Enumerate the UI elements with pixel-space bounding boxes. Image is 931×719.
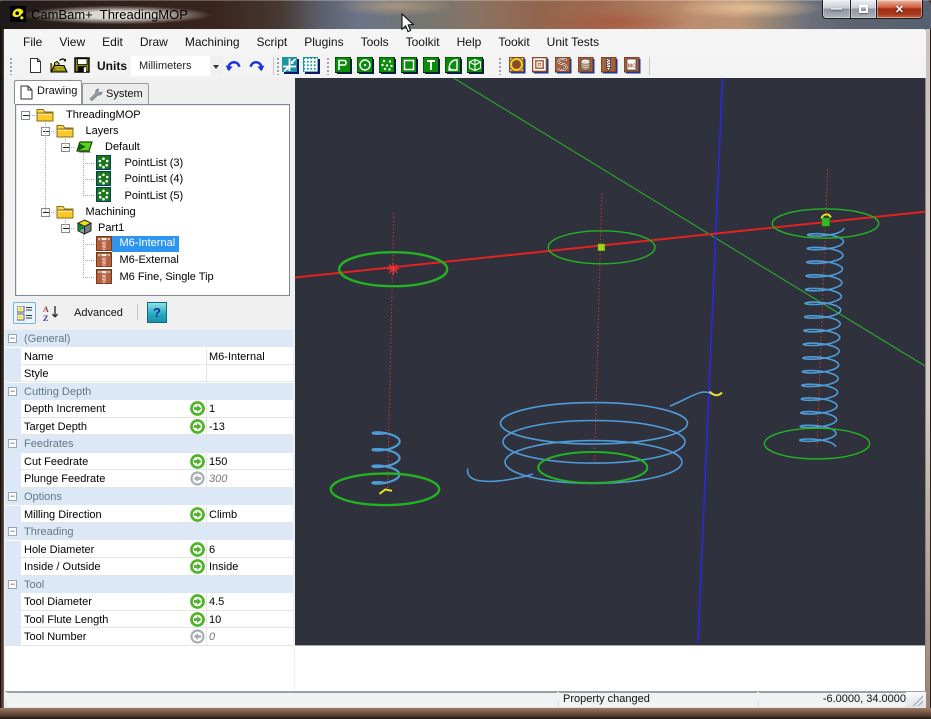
svg-text:A: A [43,305,49,314]
svg-text:Z: Z [43,314,48,322]
svg-text:MC: MC [628,64,637,70]
